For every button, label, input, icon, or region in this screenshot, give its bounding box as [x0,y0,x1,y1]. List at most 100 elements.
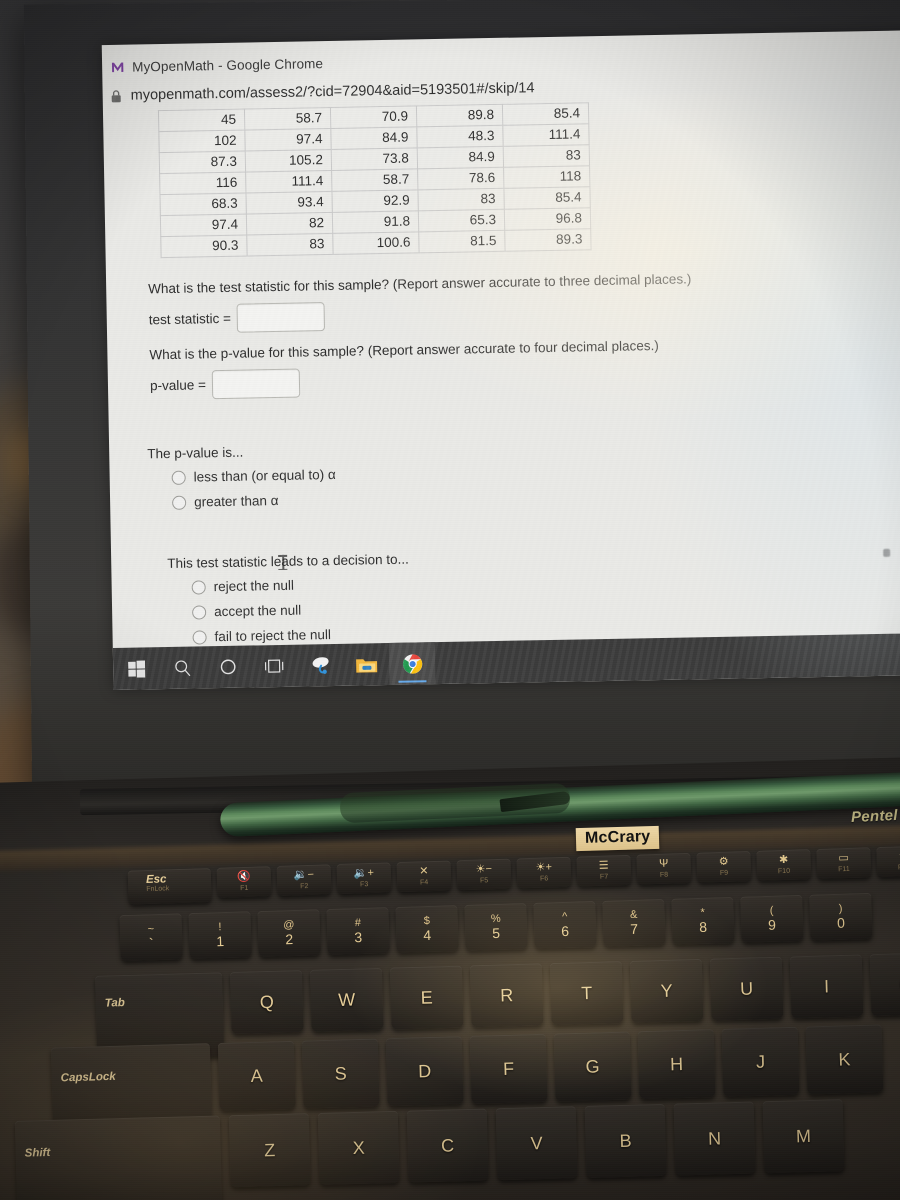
key-m[interactable]: M [762,1099,845,1174]
radio-option-pvalue-less[interactable]: less than (or equal to) α [171,466,336,485]
key-t[interactable]: T [549,961,624,1026]
laptop-lid: MyOpenMath - Google Chrome myopenmath.co… [23,0,900,805]
radio-button[interactable] [192,629,207,645]
key-sublabel: F9 [719,869,729,878]
radio-option-fail-to-reject-null[interactable]: fail to reject the null [192,626,410,645]
test-statistic-input[interactable] [236,302,326,333]
key-0[interactable]: ) 0 [809,892,873,941]
key-f4[interactable]: ✕ F4 [396,860,452,893]
key-n[interactable]: N [673,1101,756,1176]
key-f5[interactable]: ☀− F5 [456,858,512,891]
table-cell: 45 [158,109,245,132]
table-cell: 83 [246,233,334,257]
key-w[interactable]: W [309,967,384,1032]
radio-button[interactable] [171,470,186,485]
key-6[interactable]: ^ 6 [533,901,597,949]
key-7[interactable]: & 7 [602,898,666,947]
task-view-icon [264,656,284,675]
radio-option-pvalue-greater[interactable]: greater than α [172,492,336,510]
key-5[interactable]: % 5 [464,903,528,951]
key-c[interactable]: C [406,1108,489,1183]
key-legend: 4 [423,926,432,944]
radio-option-accept-null[interactable]: accept the null [192,601,410,620]
key-f9[interactable]: ⚙ F9 [696,851,752,883]
table-cell: 58.7 [244,107,331,131]
key-glyph: Ψ [658,857,669,870]
key-g[interactable]: G [553,1031,632,1102]
key-sublabel: F8 [659,871,669,879]
key-f6[interactable]: ☀+ F6 [516,856,572,889]
key-2[interactable]: @2 [257,909,321,958]
radio-button[interactable] [172,495,187,510]
key-sublabel: F3 [360,881,369,889]
key-r[interactable]: R [469,963,544,1028]
key-o[interactable]: O [869,952,900,1017]
radio-button[interactable] [192,604,207,620]
key-f2[interactable]: 🔉− F2 [276,864,332,896]
key-legend: N [707,1127,722,1149]
key-shift-legend: ~ [147,923,155,936]
key-f11[interactable]: ▭ F11 [816,847,872,879]
key-s[interactable]: S [301,1038,380,1109]
cortana-button[interactable] [205,646,252,689]
key-legend: G [585,1055,600,1077]
file-explorer-button[interactable] [343,643,390,686]
key-label: Shift [24,1146,51,1160]
radio-label: reject the null [213,577,295,595]
key-d[interactable]: D [385,1036,464,1107]
lock-icon [111,89,122,102]
start-button[interactable] [113,647,160,690]
address-bar-url[interactable]: myopenmath.com/assess2/?cid=72904&aid=51… [131,80,535,103]
key-f3[interactable]: 🔉+ F3 [336,862,392,895]
question-p-value: What is the p-value for this sample? (Re… [149,338,659,400]
key-legend: M [795,1125,812,1146]
chrome-button[interactable] [388,642,436,685]
radio-option-reject-null[interactable]: reject the null [191,576,410,595]
key-a[interactable]: A [217,1040,296,1111]
key-9[interactable]: (9 [740,894,804,943]
table-cell: 97.4 [244,128,332,152]
key-sublabel: F5 [479,877,489,885]
key-u[interactable]: U [709,956,784,1021]
key-i[interactable]: I [789,954,864,1019]
key-k[interactable]: K [805,1024,884,1095]
key-legend: F [502,1058,515,1079]
key-e[interactable]: E [389,965,464,1030]
key-f1[interactable]: 🔇 F1 [216,866,272,898]
key-f12[interactable]: ☆F12 [876,845,900,878]
key-z[interactable]: Z [228,1113,311,1188]
search-button[interactable] [159,646,206,689]
radio-button[interactable] [191,579,206,595]
key-legend: ` [148,935,154,952]
key-esc[interactable]: Esc FnLock [127,868,212,905]
key-legend: D [417,1060,432,1081]
radio-label: less than (or equal to) α [193,466,336,485]
key-x[interactable]: X [317,1110,400,1185]
p-value-comparison-heading: The p-value is... [147,444,244,462]
key-f8[interactable]: Ψ F8 [636,852,692,885]
key-4[interactable]: $4 [395,905,459,953]
key-shift-legend: & [629,908,638,922]
key-3[interactable]: #3 [326,907,390,956]
key-f7[interactable]: ☰ F7 [576,854,632,887]
key-y[interactable]: Y [629,958,704,1023]
p-value-input[interactable] [211,368,301,400]
key-`[interactable]: ~ ` [119,913,183,962]
key-legend: 6 [561,922,570,940]
key-shift[interactable]: Shift [14,1115,223,1200]
key-1[interactable]: ! 1 [188,911,252,960]
key-legend: X [352,1137,365,1158]
key-shift-legend: ) [838,902,843,915]
key-q[interactable]: Q [229,970,304,1035]
key-f[interactable]: F [469,1033,548,1104]
key-8[interactable]: * 8 [671,896,735,945]
paint-3d-button[interactable] [297,644,344,687]
key-b[interactable]: B [584,1103,667,1178]
circle-icon [219,658,237,676]
key-v[interactable]: V [495,1106,578,1181]
key-h[interactable]: H [637,1029,716,1100]
key-f10[interactable]: ✱ F10 [756,849,812,881]
key-legend: 8 [698,918,708,935]
key-j[interactable]: J [721,1026,800,1097]
task-view-button[interactable] [251,645,298,688]
